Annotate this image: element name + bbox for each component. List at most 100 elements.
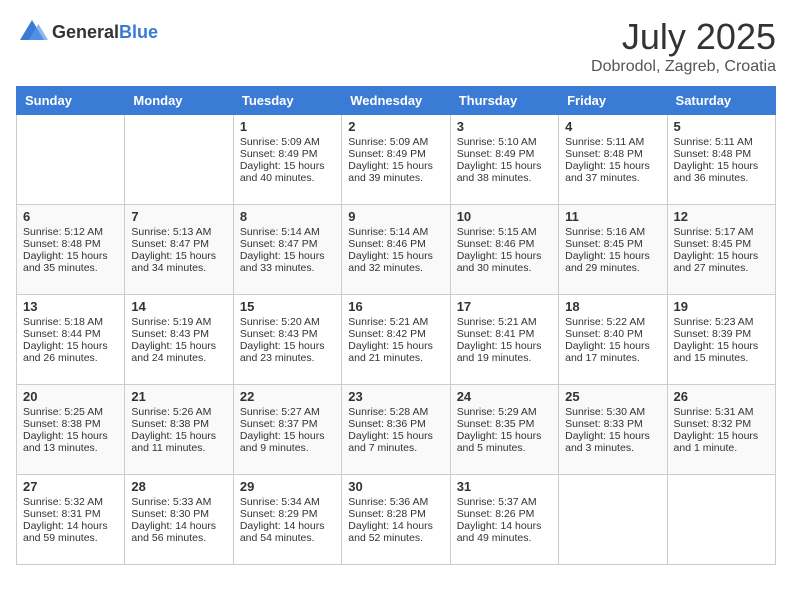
sunset-text: Sunset: 8:46 PM (348, 238, 443, 250)
day-number: 22 (240, 389, 335, 404)
calendar-cell: 15 Sunrise: 5:20 AMSunset: 8:43 PMDayligh… (233, 295, 341, 385)
sunset-text: Sunset: 8:37 PM (240, 418, 335, 430)
sunset-text: Sunset: 8:26 PM (457, 508, 552, 520)
sunrise-text: Sunrise: 5:15 AM (457, 226, 552, 238)
calendar-cell: 10 Sunrise: 5:15 AMSunset: 8:46 PMDayligh… (450, 205, 558, 295)
weekday-header: Sunday (17, 87, 125, 115)
calendar-cell: 18Sunrise: 5:22 AMSunset: 8:40 PMDayligh… (559, 295, 667, 385)
sunrise-text: Sunrise: 5:34 AM (240, 496, 335, 508)
week-row: 1Sunrise: 5:09 AMSunset: 8:49 PMDaylight… (17, 115, 776, 205)
calendar-cell (125, 115, 233, 205)
sunrise-text: Sunrise: 5:32 AM (23, 496, 118, 508)
sunrise-text: Sunrise: 5:20 AM (240, 316, 335, 328)
logo-icon (16, 16, 48, 48)
daylight-text: Daylight: 15 hours and 21 minutes. (348, 340, 443, 364)
weekday-header: Thursday (450, 87, 558, 115)
day-number: 10 (457, 209, 552, 224)
sunset-text: Sunset: 8:47 PM (240, 238, 335, 250)
sunset-text: Sunset: 8:42 PM (348, 328, 443, 340)
location-title: Dobrodol, Zagreb, Croatia (591, 58, 776, 76)
daylight-text: Daylight: 15 hours and 5 minutes. (457, 430, 552, 454)
daylight-text: Daylight: 15 hours and 38 minutes. (457, 160, 552, 184)
sunrise-text: Sunrise: 5:16 AM (565, 226, 660, 238)
day-number: 12 (674, 209, 769, 224)
sunset-text: Sunset: 8:43 PM (240, 328, 335, 340)
day-number: 14 (131, 299, 226, 314)
calendar-cell: 19Sunrise: 5:23 AMSunset: 8:39 PMDayligh… (667, 295, 775, 385)
daylight-text: Daylight: 15 hours and 37 minutes. (565, 160, 660, 184)
daylight-text: Daylight: 15 hours and 23 minutes. (240, 340, 335, 364)
sunrise-text: Sunrise: 5:23 AM (674, 316, 769, 328)
sunrise-text: Sunrise: 5:26 AM (131, 406, 226, 418)
sunrise-text: Sunrise: 5:33 AM (131, 496, 226, 508)
calendar-cell (667, 475, 775, 565)
calendar-cell: 3Sunrise: 5:10 AMSunset: 8:49 PMDaylight… (450, 115, 558, 205)
week-row: 20Sunrise: 5:25 AMSunset: 8:38 PMDayligh… (17, 385, 776, 475)
sunset-text: Sunset: 8:31 PM (23, 508, 118, 520)
calendar-cell: 27Sunrise: 5:32 AMSunset: 8:31 PMDayligh… (17, 475, 125, 565)
weekday-header: Monday (125, 87, 233, 115)
calendar-cell: 26Sunrise: 5:31 AMSunset: 8:32 PMDayligh… (667, 385, 775, 475)
daylight-text: Daylight: 15 hours and 1 minute. (674, 430, 769, 454)
sunset-text: Sunset: 8:28 PM (348, 508, 443, 520)
day-number: 11 (565, 209, 660, 224)
daylight-text: Daylight: 15 hours and 30 minutes. (457, 250, 552, 274)
sunset-text: Sunset: 8:44 PM (23, 328, 118, 340)
sunset-text: Sunset: 8:49 PM (240, 148, 335, 160)
calendar-cell (17, 115, 125, 205)
day-number: 16 (348, 299, 443, 314)
daylight-text: Daylight: 14 hours and 59 minutes. (23, 520, 118, 544)
weekday-header: Saturday (667, 87, 775, 115)
day-number: 26 (674, 389, 769, 404)
daylight-text: Daylight: 14 hours and 49 minutes. (457, 520, 552, 544)
sunset-text: Sunset: 8:35 PM (457, 418, 552, 430)
day-number: 25 (565, 389, 660, 404)
calendar-cell: 24Sunrise: 5:29 AMSunset: 8:35 PMDayligh… (450, 385, 558, 475)
page-header: GeneralBlue July 2025 Dobrodol, Zagreb, … (16, 16, 776, 76)
sunrise-text: Sunrise: 5:11 AM (674, 136, 769, 148)
daylight-text: Daylight: 15 hours and 39 minutes. (348, 160, 443, 184)
calendar-cell: 22Sunrise: 5:27 AMSunset: 8:37 PMDayligh… (233, 385, 341, 475)
day-number: 18 (565, 299, 660, 314)
sunrise-text: Sunrise: 5:14 AM (348, 226, 443, 238)
sunrise-text: Sunrise: 5:25 AM (23, 406, 118, 418)
calendar-cell: 16Sunrise: 5:21 AMSunset: 8:42 PMDayligh… (342, 295, 450, 385)
sunrise-text: Sunrise: 5:11 AM (565, 136, 660, 148)
day-number: 15 (240, 299, 335, 314)
calendar-cell: 30Sunrise: 5:36 AMSunset: 8:28 PMDayligh… (342, 475, 450, 565)
daylight-text: Daylight: 15 hours and 33 minutes. (240, 250, 335, 274)
sunrise-text: Sunrise: 5:10 AM (457, 136, 552, 148)
day-number: 1 (240, 119, 335, 134)
daylight-text: Daylight: 14 hours and 52 minutes. (348, 520, 443, 544)
month-title: July 2025 (591, 16, 776, 58)
calendar-cell: 5 Sunrise: 5:11 AMSunset: 8:48 PMDaylight… (667, 115, 775, 205)
sunset-text: Sunset: 8:38 PM (23, 418, 118, 430)
sunset-text: Sunset: 8:46 PM (457, 238, 552, 250)
sunset-text: Sunset: 8:48 PM (23, 238, 118, 250)
day-number: 21 (131, 389, 226, 404)
daylight-text: Daylight: 14 hours and 56 minutes. (131, 520, 226, 544)
calendar-cell: 29Sunrise: 5:34 AMSunset: 8:29 PMDayligh… (233, 475, 341, 565)
daylight-text: Daylight: 15 hours and 29 minutes. (565, 250, 660, 274)
calendar-cell: 13Sunrise: 5:18 AMSunset: 8:44 PMDayligh… (17, 295, 125, 385)
sunset-text: Sunset: 8:48 PM (674, 148, 769, 160)
daylight-text: Daylight: 15 hours and 7 minutes. (348, 430, 443, 454)
daylight-text: Daylight: 15 hours and 32 minutes. (348, 250, 443, 274)
day-number: 6 (23, 209, 118, 224)
daylight-text: Daylight: 15 hours and 26 minutes. (23, 340, 118, 364)
day-number: 29 (240, 479, 335, 494)
sunrise-text: Sunrise: 5:18 AM (23, 316, 118, 328)
sunrise-text: Sunrise: 5:19 AM (131, 316, 226, 328)
daylight-text: Daylight: 15 hours and 36 minutes. (674, 160, 769, 184)
sunset-text: Sunset: 8:30 PM (131, 508, 226, 520)
calendar-cell: 17Sunrise: 5:21 AMSunset: 8:41 PMDayligh… (450, 295, 558, 385)
calendar-cell: 2Sunrise: 5:09 AMSunset: 8:49 PMDaylight… (342, 115, 450, 205)
daylight-text: Daylight: 15 hours and 19 minutes. (457, 340, 552, 364)
calendar-cell: 23Sunrise: 5:28 AMSunset: 8:36 PMDayligh… (342, 385, 450, 475)
weekday-header: Tuesday (233, 87, 341, 115)
sunset-text: Sunset: 8:48 PM (565, 148, 660, 160)
logo: GeneralBlue (16, 16, 158, 48)
day-number: 5 (674, 119, 769, 134)
calendar-cell: 7Sunrise: 5:13 AMSunset: 8:47 PMDaylight… (125, 205, 233, 295)
sunrise-text: Sunrise: 5:22 AM (565, 316, 660, 328)
